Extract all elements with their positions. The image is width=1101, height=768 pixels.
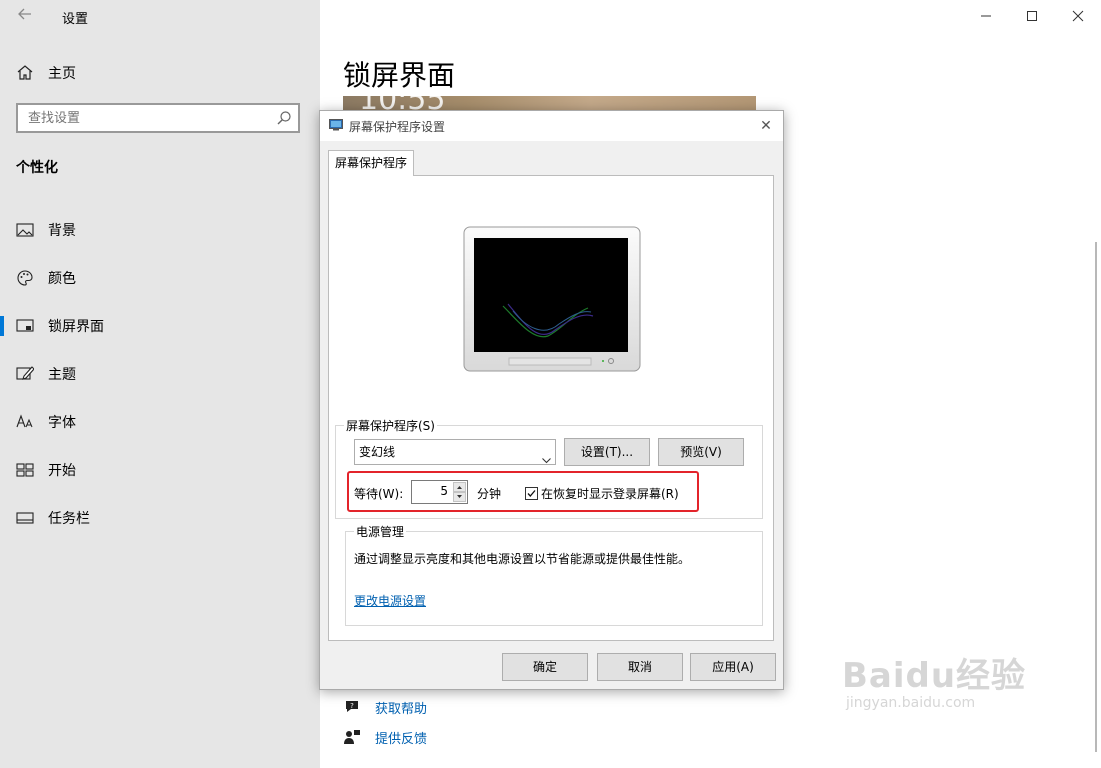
taskbar-icon <box>16 509 34 527</box>
annotation-highlight-box <box>347 471 699 512</box>
palette-icon <box>16 269 34 287</box>
back-arrow-icon[interactable] <box>14 6 36 26</box>
sidebar-item-taskbar[interactable]: 任务栏 <box>0 494 320 542</box>
cancel-button[interactable]: 取消 <box>597 653 683 681</box>
sidebar-item-label: 字体 <box>48 415 76 431</box>
get-help-link[interactable]: ? 获取帮助 <box>343 692 427 722</box>
feedback-link[interactable]: 提供反馈 <box>343 722 427 752</box>
settings-button[interactable]: 设置(T)... <box>564 438 650 466</box>
apply-button[interactable]: 应用(A) <box>690 653 776 681</box>
nav-home[interactable]: 主页 <box>16 63 76 83</box>
lock-screen-icon <box>16 317 34 335</box>
sidebar-item-label: 开始 <box>48 463 76 479</box>
sidebar-item-label: 锁屏界面 <box>48 319 104 335</box>
sidebar-item-label: 背景 <box>48 223 76 239</box>
nav-list: 背景 颜色 锁屏界面 主题 字体 开始 任务栏 <box>0 206 320 542</box>
help-chat-icon: ? <box>343 698 361 716</box>
theme-brush-icon <box>16 365 34 383</box>
feedback-person-icon <box>343 728 361 746</box>
dialog-title: 屏幕保护程序设置 <box>349 120 446 134</box>
sidebar-item-lock-screen[interactable]: 锁屏界面 <box>0 302 320 350</box>
search-icon[interactable] <box>276 110 292 126</box>
window-controls <box>963 0 1101 32</box>
sidebar-item-start[interactable]: 开始 <box>0 446 320 494</box>
sidebar-item-label: 颜色 <box>48 271 76 287</box>
power-group: 电源管理 <box>345 523 763 626</box>
help-link-label: 获取帮助 <box>375 701 428 717</box>
dialog-titlebar: 屏幕保护程序设置 ✕ <box>320 111 783 141</box>
power-description: 通过调整显示亮度和其他电源设置以节省能源或提供最佳性能。 <box>354 552 691 566</box>
screensaver-select[interactable]: 变幻线 <box>354 439 556 465</box>
image-icon <box>16 221 34 239</box>
screensaver-dialog: 屏幕保护程序设置 ✕ 屏幕保护程序 屏幕保护程序(S) 变幻线 设置(T)...… <box>319 110 784 690</box>
sidebar-item-themes[interactable]: 主题 <box>0 350 320 398</box>
chevron-down-icon <box>542 448 551 464</box>
ok-button[interactable]: 确定 <box>502 653 588 681</box>
screensaver-group-label: 屏幕保护程序(S) <box>344 417 437 434</box>
sidebar-item-background[interactable]: 背景 <box>0 206 320 254</box>
search-box[interactable] <box>16 103 300 133</box>
tab-panel: 屏幕保护程序(S) 变幻线 设置(T)... 预览(V) 等待(W): 5 分钟… <box>328 175 774 641</box>
sidebar-item-label: 任务栏 <box>48 511 90 527</box>
nav-home-label: 主页 <box>48 66 76 82</box>
dialog-close-icon[interactable]: ✕ <box>755 115 777 137</box>
preview-button[interactable]: 预览(V) <box>658 438 744 466</box>
tab-screensaver[interactable]: 屏幕保护程序 <box>328 150 415 176</box>
sidebar-item-label: 主题 <box>48 367 76 383</box>
sidebar-item-colors[interactable]: 颜色 <box>0 254 320 302</box>
help-link-label: 提供反馈 <box>375 731 428 747</box>
home-icon <box>16 64 34 82</box>
help-links: ? 获取帮助 提供反馈 <box>343 692 427 752</box>
maximize-button[interactable] <box>1009 0 1055 32</box>
minimize-button[interactable] <box>963 0 1009 32</box>
baidu-watermark: Baidu经验 jingyan.baidu.com <box>842 648 1042 711</box>
watermark-url: jingyan.baidu.com <box>846 695 976 711</box>
monitor-preview <box>463 226 641 372</box>
svg-text:?: ? <box>350 702 354 710</box>
app-title: 设置 <box>62 12 89 27</box>
sidebar-item-fonts[interactable]: 字体 <box>0 398 320 446</box>
section-title: 个性化 <box>16 160 58 176</box>
search-input[interactable] <box>18 105 268 131</box>
screensaver-selected-value: 变幻线 <box>359 445 396 459</box>
close-button[interactable] <box>1055 0 1101 32</box>
change-power-settings-link[interactable]: 更改电源设置 <box>354 592 426 609</box>
font-icon <box>16 413 34 431</box>
monitor-app-icon <box>329 119 343 131</box>
watermark-logo: Baidu经验 <box>842 656 1027 696</box>
power-group-label: 电源管理 <box>354 523 407 540</box>
settings-sidebar: 设置 主页 个性化 背景 颜色 锁屏界面 <box>0 0 320 768</box>
start-grid-icon <box>16 461 34 479</box>
scrollbar[interactable] <box>1095 242 1097 752</box>
